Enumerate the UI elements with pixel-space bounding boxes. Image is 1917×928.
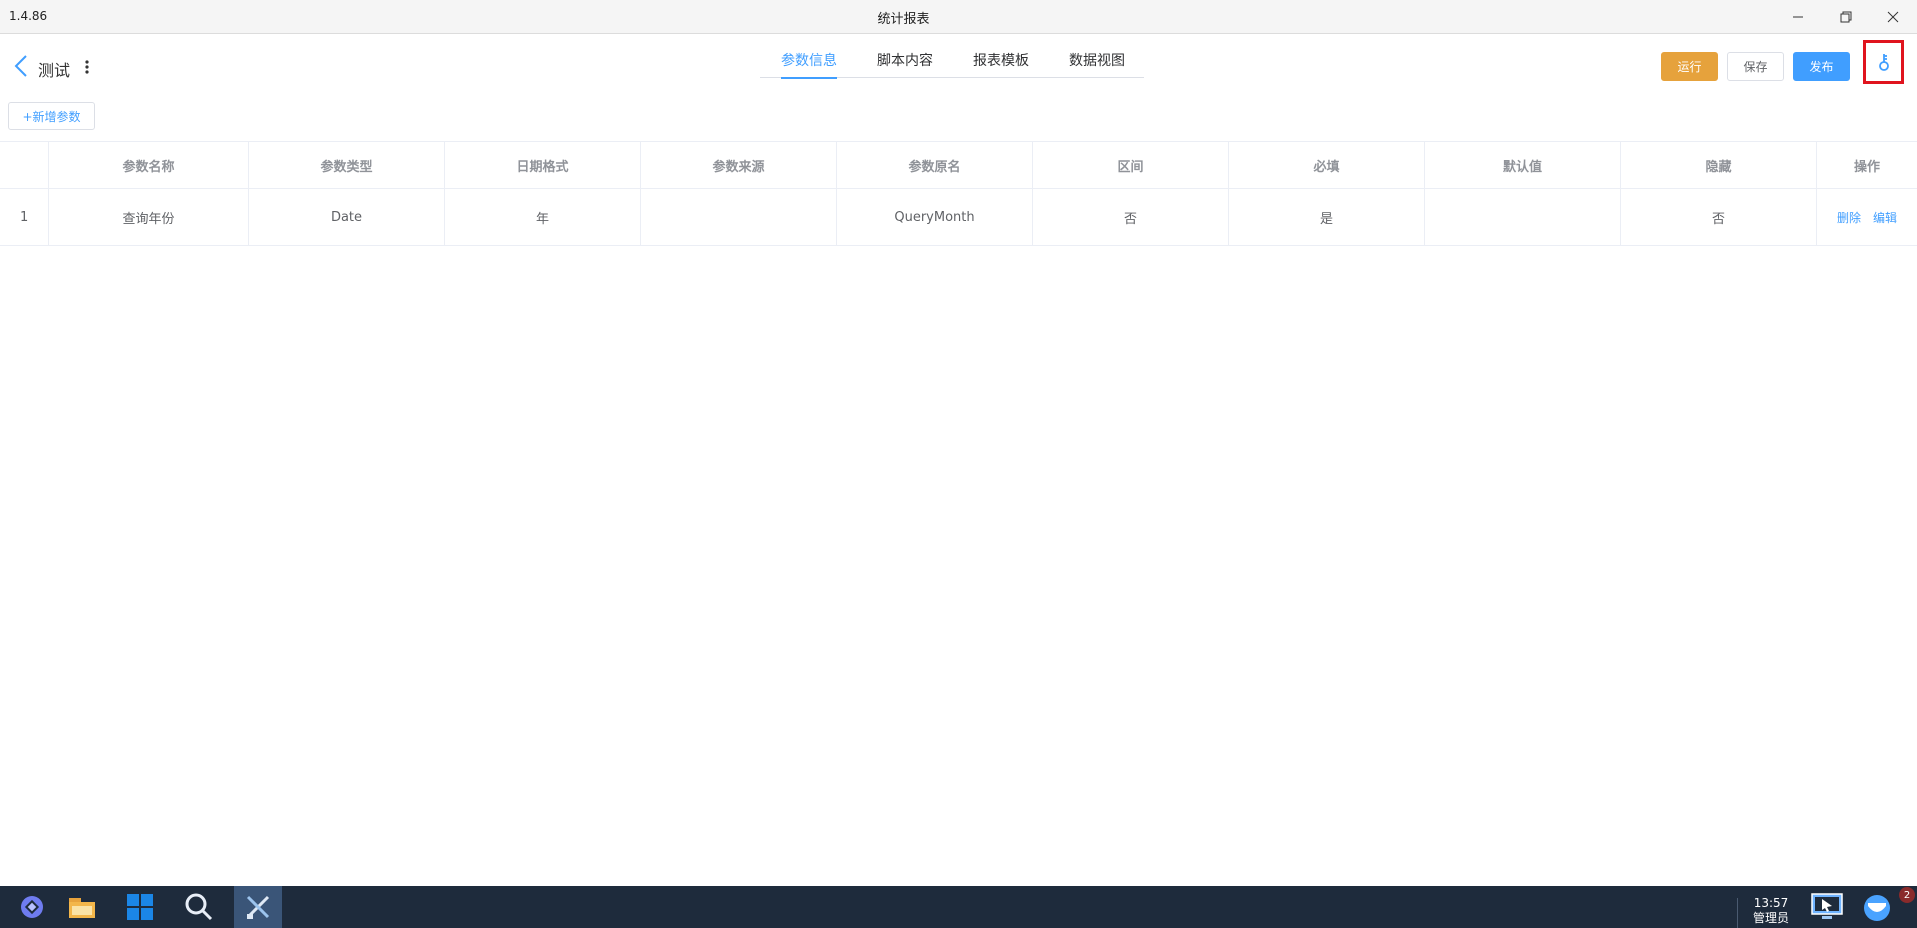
window-titlebar: 1.4.86 统计报表 (0, 0, 1917, 34)
cell-hidden: 否 (1621, 189, 1817, 245)
cell-range: 否 (1033, 189, 1229, 245)
run-button[interactable]: 运行 (1661, 52, 1718, 81)
cell-default (1425, 189, 1621, 245)
folder-icon (69, 898, 95, 918)
more-vertical-icon (85, 60, 89, 74)
column-header-type: 参数类型 (249, 142, 445, 188)
column-header-hidden: 隐藏 (1621, 142, 1817, 188)
column-header-range: 区间 (1033, 142, 1229, 188)
cell-name: 查询年份 (49, 189, 249, 245)
tab-param-info[interactable]: 参数信息 (781, 38, 837, 79)
restore-button[interactable] (1823, 0, 1869, 34)
search-button[interactable] (175, 886, 223, 928)
minimize-icon (1793, 16, 1803, 18)
delete-link[interactable]: 删除 (1837, 209, 1861, 226)
design-tool-icon (246, 895, 270, 919)
design-tool-button[interactable] (234, 886, 282, 928)
column-header-required: 必填 (1229, 142, 1425, 188)
start-grid-button[interactable] (116, 886, 164, 928)
clock-user: 管理员 (1752, 911, 1789, 925)
edit-link[interactable]: 编辑 (1873, 209, 1897, 226)
notification-badge: 2 (1899, 887, 1915, 903)
add-param-button[interactable]: +新增参数 (8, 102, 95, 130)
chat-button[interactable] (1853, 886, 1901, 928)
back-arrow-icon (14, 55, 27, 77)
tab-script-content[interactable]: 脚本内容 (877, 38, 933, 78)
cell-required: 是 (1229, 189, 1425, 245)
column-header-name: 参数名称 (49, 142, 249, 188)
screen-share-icon (1811, 893, 1843, 919)
publish-button[interactable]: 发布 (1793, 52, 1850, 81)
key-button[interactable] (1863, 40, 1904, 84)
cell-source (641, 189, 837, 245)
document-name: 测试 (38, 61, 71, 80)
screen-share-button[interactable] (1803, 886, 1851, 928)
tab-report-template[interactable]: 报表模板 (973, 38, 1029, 78)
window-title: 统计报表 (877, 12, 930, 27)
cell-actions: 删除 编辑 (1817, 189, 1917, 245)
cell-type: Date (249, 189, 445, 245)
tab-data-view[interactable]: 数据视图 (1069, 38, 1125, 78)
column-header-index (0, 142, 49, 188)
column-header-default: 默认值 (1425, 142, 1621, 188)
tray-clock[interactable]: 13:57 管理员 (1740, 896, 1802, 926)
param-table: 参数名称 参数类型 日期格式 参数来源 参数原名 区间 必填 默认值 隐藏 操作… (0, 141, 1917, 246)
cell-date-format: 年 (445, 189, 641, 245)
table-header-row: 参数名称 参数类型 日期格式 参数来源 参数原名 区间 必填 默认值 隐藏 操作 (0, 141, 1917, 189)
column-header-original-name: 参数原名 (837, 142, 1033, 188)
table-row: 1 查询年份 Date 年 QueryMonth 否 是 否 删除 编辑 (0, 189, 1917, 246)
search-icon (185, 893, 213, 921)
cell-index: 1 (0, 189, 49, 245)
close-button[interactable] (1870, 0, 1916, 34)
start-grid-icon (127, 894, 153, 920)
more-menu-button[interactable] (80, 56, 94, 78)
tab-bar: 参数信息 脚本内容 报表模板 数据视图 (760, 38, 1144, 79)
file-manager-button[interactable] (58, 886, 106, 928)
taskbar: 13:57 管理员 2 (0, 886, 1917, 928)
clock-time: 13:57 (1753, 896, 1789, 910)
close-icon (1887, 11, 1899, 23)
column-header-source: 参数来源 (641, 142, 837, 188)
app-launcher-icon (21, 896, 43, 918)
key-icon (1878, 54, 1889, 71)
page-header: 测试 参数信息 脚本内容 报表模板 数据视图 运行 保存 发布 (0, 38, 1917, 92)
column-header-date-format: 日期格式 (445, 142, 641, 188)
save-button[interactable]: 保存 (1727, 52, 1784, 81)
back-button[interactable] (12, 54, 32, 78)
app-launcher-button[interactable] (8, 886, 56, 928)
cell-original-name: QueryMonth (837, 189, 1033, 245)
column-header-actions: 操作 (1853, 159, 1880, 175)
tray-separator (1737, 898, 1738, 928)
minimize-button[interactable] (1775, 0, 1821, 34)
restore-icon (1840, 11, 1852, 23)
chat-icon (1864, 895, 1890, 921)
